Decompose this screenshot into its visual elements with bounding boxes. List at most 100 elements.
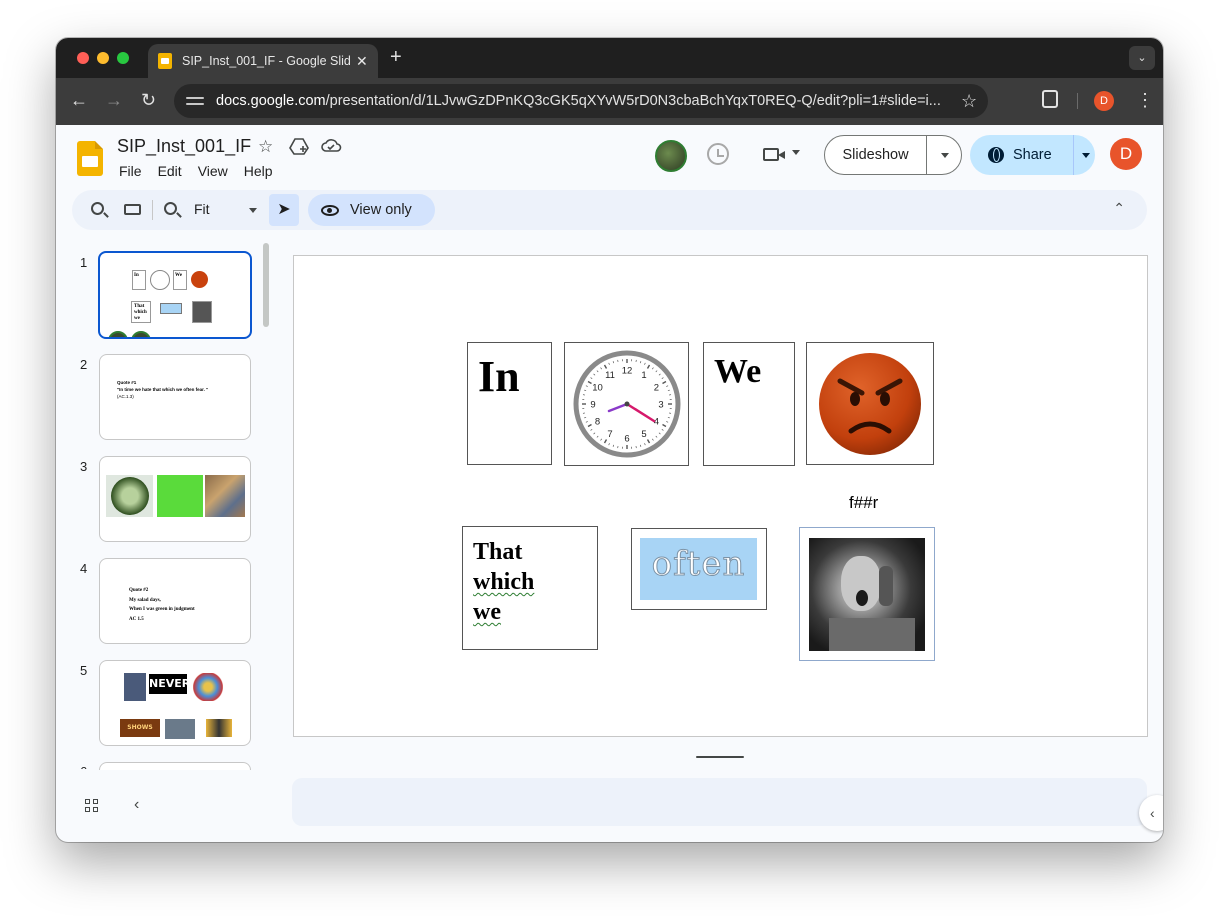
- scared-woman-photo[interactable]: [799, 527, 935, 661]
- share-button[interactable]: Share: [970, 135, 1095, 175]
- slide-number: 3: [80, 459, 88, 474]
- collapse-filmstrip-icon[interactable]: ‹: [134, 796, 139, 814]
- slide-thumbnail-2[interactable]: Quote #1 "In time we hate that which we …: [99, 354, 251, 440]
- share-label: Share: [1013, 147, 1052, 163]
- thumb-text: We: [175, 273, 182, 278]
- reload-button[interactable]: ↻: [141, 89, 156, 111]
- tab-search-button[interactable]: ⌄: [1129, 46, 1155, 70]
- search-menus-icon[interactable]: [91, 202, 104, 215]
- thumb-salad-image: [106, 475, 153, 517]
- extensions-icon[interactable]: [1042, 90, 1058, 108]
- line-that: That: [473, 539, 523, 565]
- slide-number: 1: [80, 255, 88, 270]
- star-icon[interactable]: ☆: [258, 137, 273, 157]
- often-text: often: [651, 544, 746, 585]
- thumb-never-image: NEVER: [149, 674, 190, 694]
- clock-image[interactable]: 12 1 2 3 4 5 6 7 8 9 10 11: [564, 342, 689, 466]
- filmstrip-scrollbar[interactable]: [263, 243, 269, 327]
- often-background: often: [640, 538, 757, 600]
- thumb-text: In: [134, 273, 139, 278]
- view-only-button[interactable]: View only: [308, 194, 435, 226]
- slide-thumbnail-1[interactable]: In We That which we: [98, 251, 252, 339]
- clock-numeral: 2: [654, 383, 659, 394]
- collaborator-avatar[interactable]: [655, 140, 687, 172]
- menu-view[interactable]: View: [198, 163, 228, 179]
- document-title[interactable]: SIP_Inst_001_IF: [117, 136, 251, 157]
- view-only-label: View only: [350, 202, 412, 218]
- browser-toolbar: ← → ↻ docs.google.com/presentation/d/1LJ…: [56, 78, 1163, 125]
- close-window-button[interactable]: [77, 52, 89, 64]
- menu-file[interactable]: File: [119, 163, 142, 179]
- thumb-text: AC 1.5: [129, 617, 144, 622]
- angry-face-image[interactable]: [806, 342, 934, 465]
- maximize-window-button[interactable]: [117, 52, 129, 64]
- select-tool-button[interactable]: ➤: [269, 194, 299, 226]
- forward-button[interactable]: →: [105, 89, 123, 111]
- zoom-icon[interactable]: [164, 202, 177, 215]
- clock-numeral: 5: [641, 429, 646, 440]
- hide-menus-chevron-icon[interactable]: ⌃: [1113, 200, 1125, 217]
- zoom-dropdown-icon[interactable]: [249, 208, 257, 213]
- meet-video-icon[interactable]: [763, 148, 785, 161]
- version-history-icon[interactable]: [707, 143, 729, 165]
- clock-numeral: 1: [641, 370, 646, 381]
- in-card[interactable]: In: [467, 342, 552, 465]
- profile-avatar[interactable]: D: [1094, 91, 1114, 111]
- thumb-photo: [192, 301, 212, 323]
- slide-thumbnail-3[interactable]: [99, 456, 251, 542]
- slideshow-button[interactable]: Slideshow: [824, 135, 962, 175]
- back-button[interactable]: ←: [70, 89, 88, 111]
- slide-number: 5: [80, 663, 88, 678]
- slideshow-options-button[interactable]: [927, 136, 961, 174]
- url-text[interactable]: docs.google.com/presentation/d/1LJvwGzDP…: [216, 93, 951, 109]
- print-icon[interactable]: [124, 204, 141, 215]
- that-which-we-text: That which we: [473, 537, 534, 627]
- tab-title: SIP_Inst_001_IF - Google Slides: [182, 54, 350, 68]
- thumb-text: My salad days,: [129, 598, 161, 603]
- cloud-saved-icon[interactable]: [320, 137, 342, 158]
- address-bar[interactable]: docs.google.com/presentation/d/1LJvwGzDP…: [174, 84, 988, 118]
- thumb-often-image: [160, 303, 182, 314]
- browser-menu-icon[interactable]: ⋮: [1136, 90, 1154, 110]
- menu-edit[interactable]: Edit: [158, 163, 182, 179]
- zoom-select[interactable]: Fit: [194, 201, 210, 217]
- account-avatar[interactable]: D: [1110, 138, 1142, 170]
- slideshow-label[interactable]: Slideshow: [825, 136, 927, 174]
- often-image[interactable]: often: [631, 528, 767, 610]
- browser-tab[interactable]: SIP_Inst_001_IF - Google Slides ✕: [148, 44, 378, 78]
- angry-face-icon: [819, 353, 921, 455]
- clock-numeral: 10: [592, 383, 603, 394]
- slide-number: 2: [80, 357, 88, 372]
- thumb-image: [193, 673, 223, 701]
- speaker-notes-area[interactable]: [292, 778, 1147, 826]
- bookmark-star-icon[interactable]: ☆: [961, 91, 977, 112]
- grid-view-icon[interactable]: [85, 799, 99, 813]
- share-options-button[interactable]: [1073, 135, 1090, 175]
- slides-logo[interactable]: [77, 141, 103, 176]
- we-card[interactable]: We: [703, 342, 795, 466]
- clock-icon: 12 1234567891011: [573, 350, 681, 458]
- slide-thumbnail-5[interactable]: NEVER SHOWS: [99, 660, 251, 746]
- thumb-image: [206, 719, 232, 737]
- new-tab-button[interactable]: +: [390, 47, 402, 67]
- thumb-clock-icon: [150, 270, 170, 290]
- thumb-angry-face-icon: [191, 271, 208, 288]
- move-to-drive-icon[interactable]: [289, 137, 309, 160]
- thumb-text: Quote #2: [129, 588, 149, 593]
- thumb-text: we: [134, 316, 140, 321]
- meet-dropdown-icon[interactable]: [792, 150, 800, 155]
- show-side-panel-button[interactable]: ‹: [1139, 795, 1163, 831]
- slide-number: 6: [80, 764, 87, 769]
- speaker-notes-resize-handle[interactable]: [696, 756, 744, 758]
- site-settings-icon[interactable]: [186, 94, 204, 108]
- line-which: which: [473, 569, 535, 595]
- clock-numeral: 3: [658, 400, 663, 411]
- slide-thumbnail-4[interactable]: Quote #2 My salad days, When I was green…: [99, 558, 251, 644]
- minimize-window-button[interactable]: [97, 52, 109, 64]
- slide-thumbnail-6[interactable]: [99, 762, 251, 770]
- that-which-we-card[interactable]: That which we: [462, 526, 598, 650]
- thumb-avatar: [131, 331, 151, 337]
- menu-help[interactable]: Help: [244, 163, 273, 179]
- fear-caption[interactable]: f##r: [849, 493, 878, 513]
- close-tab-icon[interactable]: ✕: [356, 53, 368, 70]
